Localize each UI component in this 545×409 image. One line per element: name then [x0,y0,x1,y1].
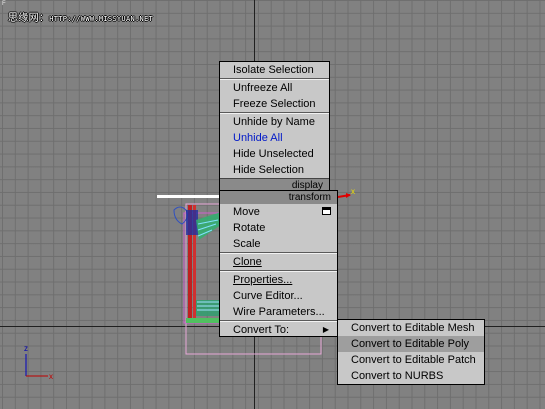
menu-item-move[interactable]: Move [220,204,337,220]
menu-item-clone-label: Clone [233,256,262,268]
watermark: 思缘网：HTTP://WWW.MISSYUAN.NET [8,9,153,24]
menu-item-clone[interactable]: Clone [220,254,337,270]
menu-item-curve-editor[interactable]: Curve Editor... [220,288,337,304]
menu-item-freeze-selection[interactable]: Freeze Selection [220,96,329,112]
settings-box-icon[interactable] [322,207,331,215]
quad-menu-display: Isolate Selection Unfreeze All Freeze Se… [219,61,330,204]
menu-item-wire-parameters[interactable]: Wire Parameters... [220,304,337,320]
gizmo-x-label: x [351,187,355,196]
viewport-label[interactable]: F [2,1,6,7]
menu-item-hide-unselected[interactable]: Hide Unselected [220,146,329,162]
axis-tripod-icon: z x [24,344,53,381]
submenu-item-editable-patch[interactable]: Convert to Editable Patch [338,352,484,368]
convert-submenu: Convert to Editable Mesh Convert to Edit… [337,319,485,385]
menu-item-hide-selection[interactable]: Hide Selection [220,162,329,178]
transform-gizmo-icon[interactable]: x [336,186,360,202]
quad-label-transform: transform [220,191,337,204]
viewport-front[interactable]: F 思缘网：HTTP://WWW.MISSYUAN.NET Isolate Se… [0,0,545,409]
axis-z-label: z [24,344,28,353]
submenu-item-editable-poly[interactable]: Convert to Editable Poly [338,336,484,352]
watermark-text: 思缘网： [8,13,50,24]
menu-item-rotate[interactable]: Rotate [220,220,337,236]
menu-item-move-label: Move [233,206,260,218]
menu-item-isolate-selection[interactable]: Isolate Selection [220,62,329,78]
menu-item-scale[interactable]: Scale [220,236,337,252]
menu-item-properties[interactable]: Properties... [220,272,337,288]
submenu-item-editable-mesh[interactable]: Convert to Editable Mesh [338,320,484,336]
menu-item-properties-label: Properties... [233,274,293,286]
quad-menu-transform: transform Move Rotate Scale Clone Proper… [219,190,338,337]
menu-item-unhide-all[interactable]: Unhide All [220,130,329,146]
menu-item-convert-to-label: Convert To: [233,324,290,336]
menu-item-unfreeze-all[interactable]: Unfreeze All [220,80,329,96]
menu-item-unhide-by-name[interactable]: Unhide by Name [220,114,329,130]
submenu-item-nurbs[interactable]: Convert to NURBS [338,368,484,384]
watermark-url: HTTP://WWW.MISSYUAN.NET [49,15,154,23]
axis-x-label: x [49,372,53,381]
menu-item-convert-to[interactable]: Convert To: ▶ [220,322,337,338]
submenu-arrow-icon: ▶ [322,325,329,334]
